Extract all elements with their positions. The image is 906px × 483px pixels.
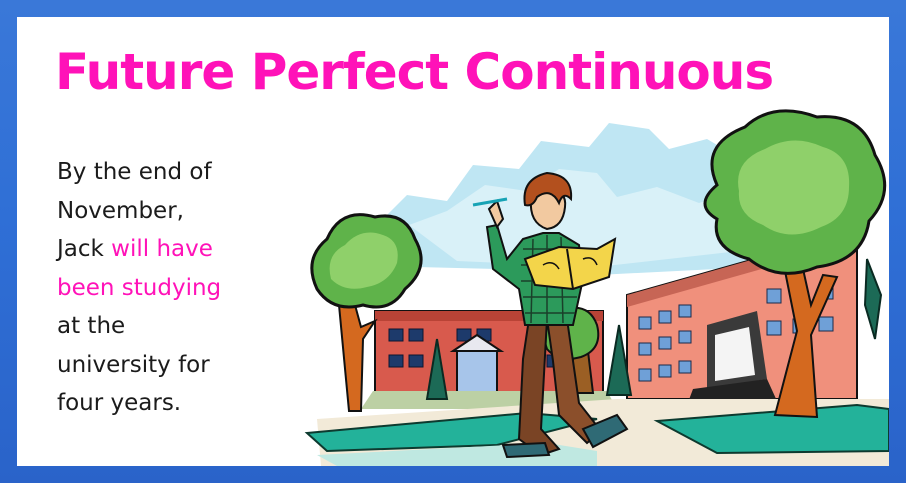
sentence-line-3: Jack will have — [57, 230, 287, 269]
sentence-line-7: four years. — [57, 390, 182, 416]
subject-jack: Jack — [57, 236, 112, 262]
sentence-line-6: university for — [57, 351, 210, 378]
verb-highlight-will-have: will have — [111, 236, 213, 262]
example-sentence: By the end of November, Jack will have b… — [57, 153, 287, 423]
sentence-line-5: at the — [57, 313, 126, 339]
sentence-line-2: November, — [57, 197, 184, 224]
sentence-line-1: By the end of — [57, 159, 212, 185]
right-building — [626, 247, 858, 405]
verb-highlight-been-studying: been studying — [57, 274, 222, 301]
campus-student-illustration — [304, 109, 889, 466]
slide: Future Perfect Continuous By the end of … — [17, 17, 889, 466]
slide-title: Future Perfect Continuous — [55, 43, 774, 101]
